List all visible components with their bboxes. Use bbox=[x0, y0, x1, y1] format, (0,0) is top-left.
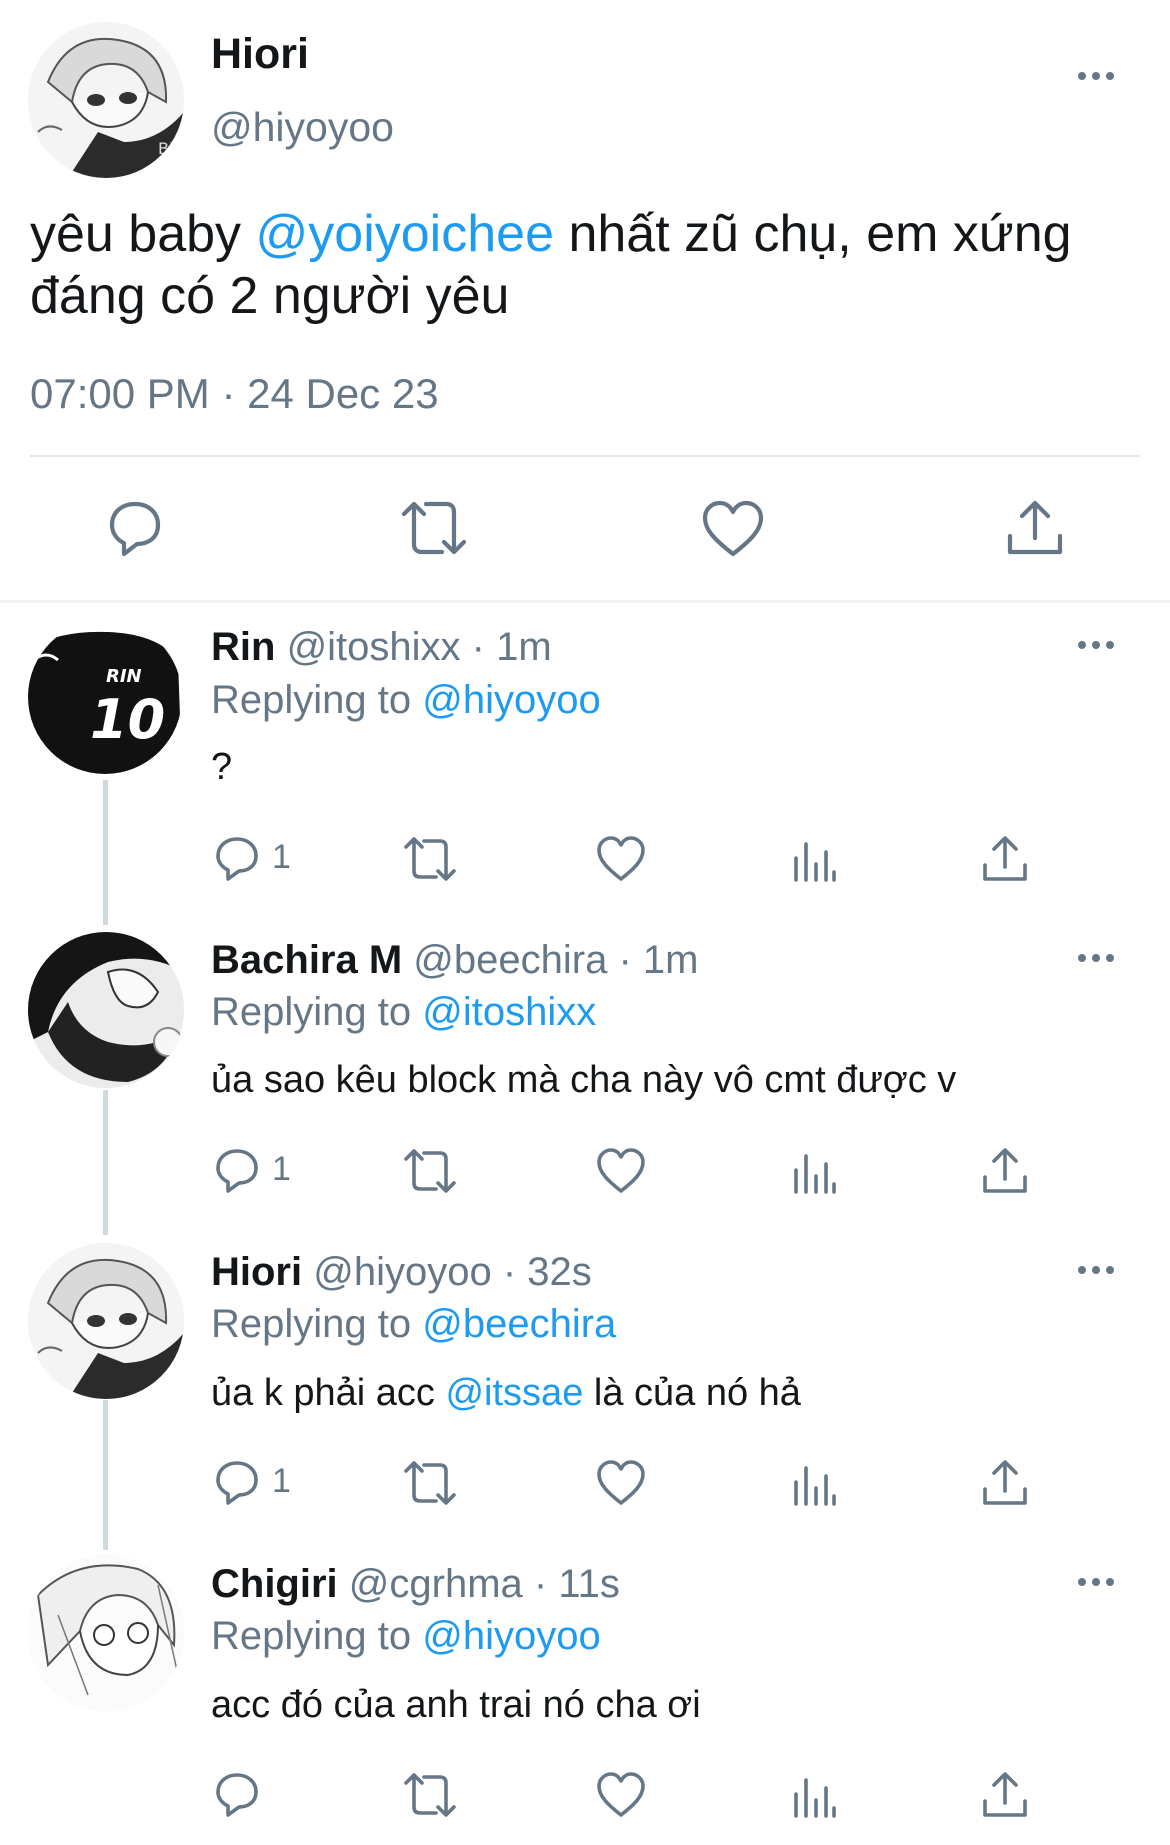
reply-time[interactable]: · 32s bbox=[503, 1250, 592, 1294]
reply-author-name[interactable]: Rin bbox=[211, 625, 275, 669]
share-icon[interactable] bbox=[980, 1146, 1030, 1196]
reply-author-name[interactable]: Hiori bbox=[211, 1250, 302, 1294]
reply-text-end: là của nó hả bbox=[583, 1372, 801, 1414]
replying-to-handle[interactable]: @beechira bbox=[422, 1302, 616, 1346]
reply-more-icon[interactable] bbox=[1078, 1260, 1122, 1280]
main-tweet-text: yêu baby @yoiyoichee nhất zũ chụ, em xứn… bbox=[30, 203, 1072, 327]
main-divider bbox=[30, 455, 1140, 457]
main-tweet-text-end: nhất zũ chụ, em xứng bbox=[554, 205, 1072, 263]
reply-text: ? bbox=[211, 746, 232, 789]
reply-avatar-hiori[interactable] bbox=[28, 1243, 184, 1399]
reply-count: 1 bbox=[272, 1150, 291, 1188]
main-author-handle[interactable]: @hiyoyoo bbox=[211, 104, 394, 151]
reply-avatar-chigiri[interactable] bbox=[28, 1555, 184, 1711]
thread-line bbox=[103, 1400, 108, 1550]
replying-to-label: Replying to bbox=[211, 1614, 412, 1658]
main-more-icon[interactable] bbox=[1078, 66, 1122, 86]
reply-icon[interactable] bbox=[212, 834, 262, 884]
reply-header: Rin @itoshixx · 1m bbox=[211, 625, 552, 670]
replying-to: Replying to @beechira bbox=[211, 1302, 616, 1347]
reply-author-handle[interactable]: @itoshixx bbox=[287, 625, 461, 669]
retweet-icon[interactable] bbox=[398, 498, 470, 560]
reply-icon[interactable] bbox=[212, 1146, 262, 1196]
reply-time[interactable]: · 1m bbox=[472, 625, 552, 669]
like-icon[interactable] bbox=[596, 834, 646, 884]
replying-to-label: Replying to bbox=[211, 678, 412, 722]
like-icon[interactable] bbox=[701, 498, 765, 560]
main-author-avatar[interactable]: Bi bbox=[28, 22, 184, 178]
rin-jersey-number: 10 bbox=[90, 688, 165, 751]
reply-author-handle[interactable]: @hiyoyoo bbox=[313, 1250, 491, 1294]
retweet-icon[interactable] bbox=[402, 1458, 458, 1508]
main-tweet-text-start: yêu baby bbox=[30, 205, 256, 263]
main-tweet-mention[interactable]: @yoiyoichee bbox=[256, 205, 555, 263]
analytics-icon[interactable] bbox=[790, 1458, 840, 1508]
replying-to-handle[interactable]: @hiyoyoo bbox=[422, 678, 600, 722]
thread-line bbox=[103, 780, 108, 925]
like-icon[interactable] bbox=[596, 1458, 646, 1508]
analytics-icon[interactable] bbox=[790, 1146, 840, 1196]
reply-header: Chigiri @cgrhma · 11s bbox=[211, 1562, 620, 1607]
like-icon[interactable] bbox=[596, 1146, 646, 1196]
reply-author-name[interactable]: Bachira M bbox=[211, 938, 402, 982]
replying-to-label: Replying to bbox=[211, 990, 412, 1034]
reply-text-start: acc đó của anh trai nó cha ơi bbox=[211, 1684, 701, 1726]
retweet-icon[interactable] bbox=[402, 1770, 458, 1820]
share-icon[interactable] bbox=[1004, 498, 1066, 560]
reply-text-start: ủa sao kêu block mà cha này vô cmt được … bbox=[211, 1059, 957, 1101]
reply-author-name[interactable]: Chigiri bbox=[211, 1562, 338, 1606]
analytics-icon[interactable] bbox=[790, 834, 840, 884]
replying-to-handle[interactable]: @itoshixx bbox=[422, 990, 596, 1034]
reply-count: 1 bbox=[272, 1462, 291, 1500]
replying-to: Replying to @hiyoyoo bbox=[211, 678, 601, 723]
reply-icon[interactable] bbox=[104, 498, 166, 560]
replying-to-handle[interactable]: @hiyoyoo bbox=[422, 1614, 600, 1658]
reply-avatar-rin[interactable]: RIN 10 bbox=[28, 620, 182, 774]
reply-text-start: ủa k phải acc bbox=[211, 1372, 446, 1414]
replying-to: Replying to @hiyoyoo bbox=[211, 1614, 601, 1659]
reply-text: acc đó của anh trai nó cha ơi bbox=[211, 1684, 701, 1727]
rin-jersey-name: RIN bbox=[106, 666, 142, 687]
retweet-icon[interactable] bbox=[402, 1146, 458, 1196]
reply-icon[interactable] bbox=[212, 1458, 262, 1508]
analytics-icon[interactable] bbox=[790, 1770, 840, 1820]
replying-to-label: Replying to bbox=[211, 1302, 412, 1346]
reply-author-handle[interactable]: @beechira bbox=[413, 938, 607, 982]
reply-more-icon[interactable] bbox=[1078, 948, 1122, 968]
retweet-icon[interactable] bbox=[402, 834, 458, 884]
reply-more-icon[interactable] bbox=[1078, 635, 1122, 655]
reply-header: Bachira M @beechira · 1m bbox=[211, 938, 698, 983]
reply-author-handle[interactable]: @cgrhma bbox=[349, 1562, 523, 1606]
main-tweet-text-line2: đáng có 2 người yêu bbox=[30, 267, 510, 325]
main-author-name[interactable]: Hiori bbox=[211, 30, 309, 79]
reply-text: ủa sao kêu block mà cha này vô cmt được … bbox=[211, 1059, 956, 1102]
share-icon[interactable] bbox=[980, 834, 1030, 884]
reply-time[interactable]: · 1m bbox=[618, 938, 698, 982]
reply-text: ủa k phải acc @itssae là của nó hả bbox=[211, 1372, 801, 1415]
reply-more-icon[interactable] bbox=[1078, 1572, 1122, 1592]
share-icon[interactable] bbox=[980, 1770, 1030, 1820]
main-actions-divider bbox=[0, 600, 1170, 603]
share-icon[interactable] bbox=[980, 1458, 1030, 1508]
reply-mention[interactable]: @itssae bbox=[445, 1372, 583, 1414]
main-tweet-timestamp[interactable]: 07:00 PM · 24 Dec 23 bbox=[30, 370, 439, 418]
reply-text-start: ? bbox=[211, 746, 233, 788]
svg-text:Bi: Bi bbox=[158, 139, 173, 158]
reply-header: Hiori @hiyoyoo · 32s bbox=[211, 1250, 592, 1295]
reply-count: 1 bbox=[272, 838, 291, 876]
reply-time[interactable]: · 11s bbox=[534, 1562, 620, 1606]
replying-to: Replying to @itoshixx bbox=[211, 990, 596, 1035]
thread-line bbox=[103, 1090, 108, 1235]
reply-icon[interactable] bbox=[212, 1770, 262, 1820]
reply-avatar-bachira[interactable] bbox=[28, 932, 184, 1088]
like-icon[interactable] bbox=[596, 1770, 646, 1820]
